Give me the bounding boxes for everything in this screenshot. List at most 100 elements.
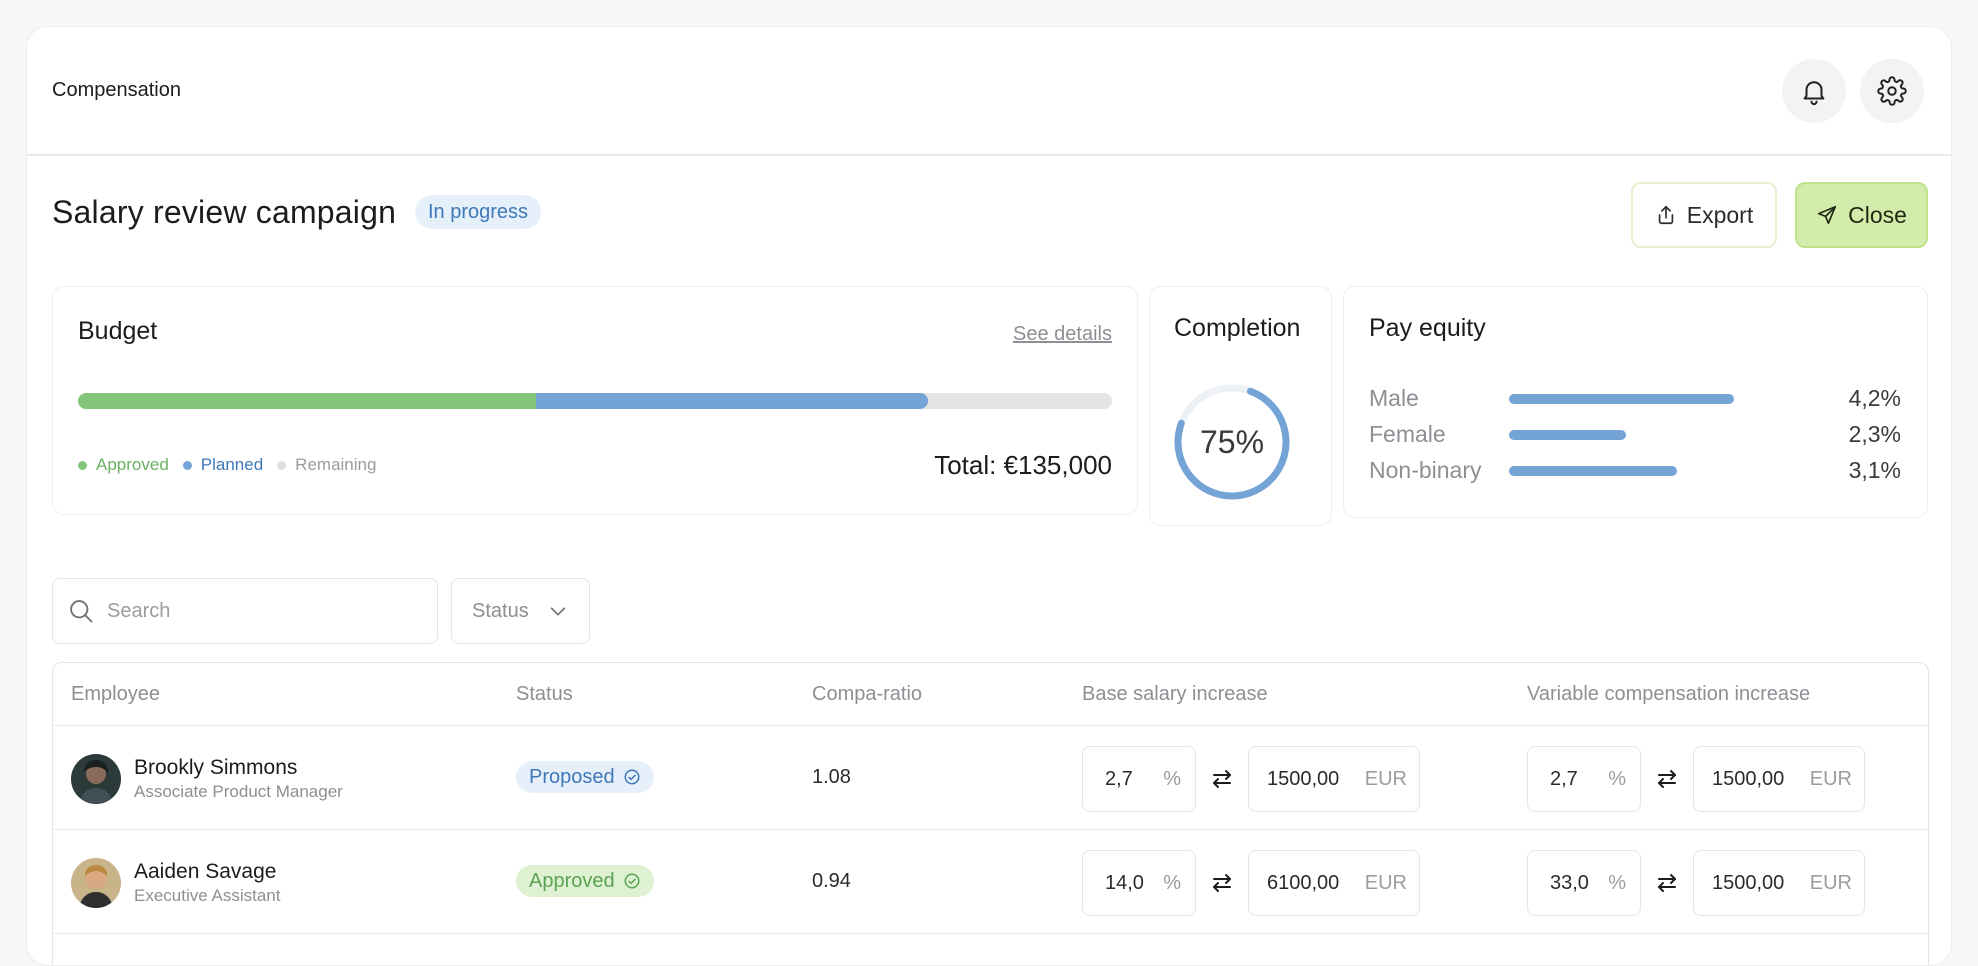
page-title: Salary review campaign xyxy=(52,194,397,230)
planned-dot xyxy=(182,460,192,470)
check-circle-icon xyxy=(624,769,640,785)
swap-arrows-icon xyxy=(1213,770,1231,788)
table-row[interactable]: Brookly Simmons Associate Product Manage… xyxy=(53,726,1928,830)
pay-equity-track xyxy=(1509,429,1821,440)
budget-total: Total: €135,000 xyxy=(934,450,1112,480)
column-header-base-salary-increase[interactable]: Base salary increase xyxy=(1082,683,1268,706)
employee-name[interactable]: Brookly Simmons xyxy=(134,756,297,780)
completion-value: 75% xyxy=(1199,423,1265,460)
employee-name[interactable]: Aaiden Savage xyxy=(134,860,276,884)
variable-comp-amount-value: 1500,00 xyxy=(1712,871,1785,894)
settings-button[interactable] xyxy=(1860,59,1924,123)
pay-equity-bar xyxy=(1509,429,1626,440)
base-salary-amount-value: 6100,00 xyxy=(1267,871,1340,894)
legend-approved-label: Approved xyxy=(96,455,169,474)
status-pill[interactable]: Proposed xyxy=(516,761,654,793)
base-salary-amount-input[interactable]: 1500,00 EUR xyxy=(1248,746,1420,812)
legend-approved: Approved xyxy=(78,455,169,475)
pay-equity-card: Pay equity Male 4,2% Female 2,3% Non-bin… xyxy=(1343,286,1928,518)
currency-unit: EUR xyxy=(1809,871,1852,894)
check-circle-icon xyxy=(624,873,640,889)
column-header-status[interactable]: Status xyxy=(516,683,573,706)
close-button[interactable]: Close xyxy=(1795,182,1928,248)
budget-card: Budget See details Approved Planned Rema… xyxy=(52,286,1138,515)
export-button[interactable]: Export xyxy=(1631,182,1777,248)
swap-arrows-icon xyxy=(1658,770,1676,788)
pay-equity-value: 4,2% xyxy=(1848,385,1901,411)
legend-planned-label: Planned xyxy=(200,455,264,474)
status-filter-label: Status xyxy=(472,599,529,622)
pay-equity-track xyxy=(1509,465,1821,476)
pay-equity-bar xyxy=(1509,465,1678,476)
table-row[interactable]: Aaiden Savage Executive Assistant Approv… xyxy=(53,830,1928,934)
currency-unit: EUR xyxy=(1364,767,1407,790)
employee-role: Executive Assistant xyxy=(134,886,281,905)
status-badge: In progress xyxy=(415,195,542,229)
avatar xyxy=(71,858,121,908)
column-header-compa-ratio[interactable]: Compa-ratio xyxy=(812,683,922,706)
employee-table: Employee Status Compa-ratio Base salary … xyxy=(52,662,1929,965)
pay-equity-title: Pay equity xyxy=(1369,314,1486,342)
top-bar: Compensation xyxy=(27,27,1951,156)
search-icon xyxy=(70,600,93,623)
pay-equity-row: Male 4,2% xyxy=(1369,385,1901,412)
percent-unit: % xyxy=(1608,767,1626,790)
employee-role: Associate Product Manager xyxy=(134,782,343,801)
status-filter-dropdown[interactable]: Status xyxy=(451,578,590,644)
column-header-variable-compensation-increase[interactable]: Variable compensation increase xyxy=(1527,683,1810,706)
completion-card: Completion 75% xyxy=(1149,286,1332,526)
legend-remaining-label: Remaining xyxy=(295,455,377,474)
approved-dot xyxy=(78,460,87,470)
currency-unit: EUR xyxy=(1809,767,1852,790)
pay-equity-value: 3,1% xyxy=(1848,457,1901,483)
pay-equity-row: Non-binary 3,1% xyxy=(1369,457,1901,484)
budget-title: Budget xyxy=(78,317,158,345)
pay-equity-bar xyxy=(1509,393,1734,404)
swap-arrows-icon xyxy=(1213,874,1231,892)
variable-comp-percent-input[interactable]: 2,7 % xyxy=(1527,746,1641,812)
app-window: Compensation Salary review campaign In p… xyxy=(26,26,1952,966)
base-salary-amount-input[interactable]: 6100,00 EUR xyxy=(1248,850,1420,916)
pay-equity-label: Female xyxy=(1369,421,1446,447)
budget-planned-segment xyxy=(536,393,928,409)
compa-ratio: 1.08 xyxy=(812,766,851,788)
remaining-dot xyxy=(277,460,287,470)
percent-unit: % xyxy=(1608,871,1626,894)
notifications-button[interactable] xyxy=(1782,59,1846,123)
legend-remaining: Remaining xyxy=(277,455,376,475)
chevron-down-icon xyxy=(550,607,566,616)
bell-icon xyxy=(1803,81,1825,106)
base-salary-percent-input[interactable]: 2,7 % xyxy=(1082,746,1196,812)
status-pill-label: Proposed xyxy=(529,766,615,788)
base-salary-percent-value: 14,0 xyxy=(1105,871,1144,894)
legend-planned: Planned xyxy=(182,455,264,475)
export-label: Export xyxy=(1686,201,1754,228)
see-details-link[interactable]: See details xyxy=(1013,323,1112,346)
budget-approved-segment xyxy=(78,393,537,409)
variable-comp-percent-input[interactable]: 33,0 % xyxy=(1527,850,1641,916)
variable-comp-percent-value: 33,0 xyxy=(1550,871,1589,894)
swap-arrows-icon xyxy=(1658,874,1676,892)
base-salary-percent-input[interactable]: 14,0 % xyxy=(1082,850,1196,916)
pay-equity-label: Non-binary xyxy=(1369,457,1482,483)
column-header-employee[interactable]: Employee xyxy=(71,683,160,706)
pay-equity-row: Female 2,3% xyxy=(1369,421,1901,448)
completion-title: Completion xyxy=(1174,314,1301,342)
pay-equity-value: 2,3% xyxy=(1848,421,1901,447)
compa-ratio: 0.94 xyxy=(812,870,851,892)
export-icon xyxy=(1658,205,1673,225)
search-input[interactable] xyxy=(107,599,407,623)
app-title: Compensation xyxy=(52,79,181,101)
status-pill[interactable]: Approved xyxy=(516,865,654,897)
table-header: Employee Status Compa-ratio Base salary … xyxy=(53,663,1928,726)
variable-comp-amount-value: 1500,00 xyxy=(1712,767,1785,790)
base-salary-amount-value: 1500,00 xyxy=(1267,767,1340,790)
variable-comp-amount-input[interactable]: 1500,00 EUR xyxy=(1693,746,1865,812)
variable-comp-amount-input[interactable]: 1500,00 EUR xyxy=(1693,850,1865,916)
search-box[interactable] xyxy=(52,578,438,644)
status-pill-label: Approved xyxy=(529,870,615,892)
percent-unit: % xyxy=(1163,767,1181,790)
pay-equity-label: Male xyxy=(1369,385,1419,411)
variable-comp-percent-value: 2,7 xyxy=(1550,767,1578,790)
close-label: Close xyxy=(1848,201,1907,228)
